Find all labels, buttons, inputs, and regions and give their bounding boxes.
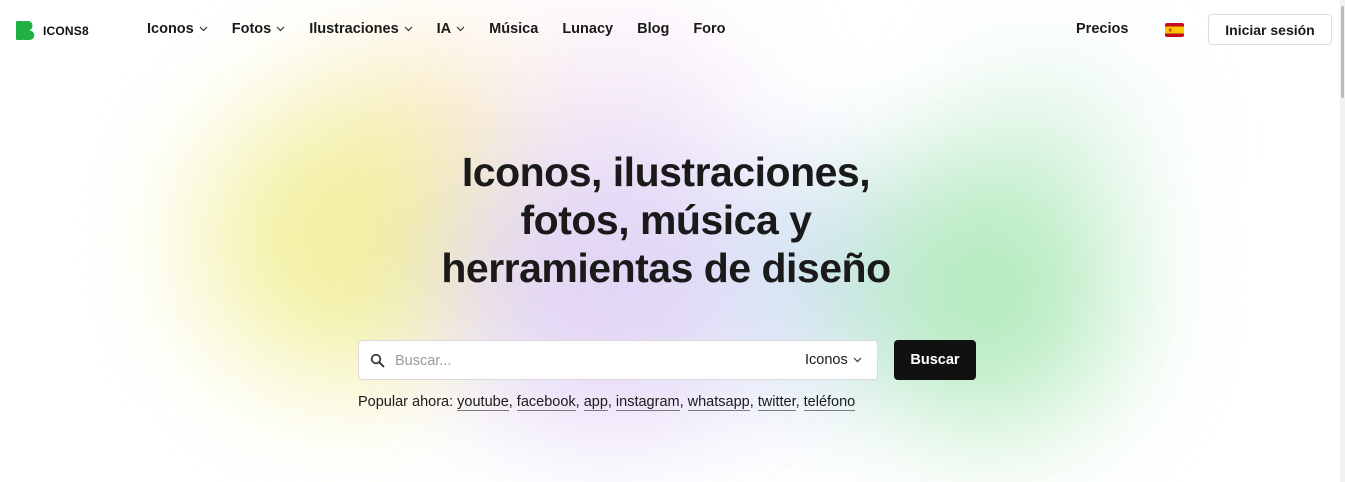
top-navigation-bar: ICONS8 Iconos Fotos Ilustraciones IA Mús… xyxy=(0,0,1340,60)
hero-title-line: Iconos, ilustraciones, xyxy=(461,149,871,195)
popular-term-link[interactable]: youtube xyxy=(457,394,509,411)
scrollbar-thumb[interactable] xyxy=(1341,6,1344,98)
separator: , xyxy=(508,394,513,410)
icons8-logo[interactable]: ICONS8 xyxy=(16,21,89,40)
nav-item-foro[interactable]: Foro xyxy=(693,21,725,37)
nav-item-blog[interactable]: Blog xyxy=(637,21,669,37)
separator: , xyxy=(607,394,612,410)
search-input[interactable] xyxy=(395,350,785,372)
logo-text: ICONS8 xyxy=(43,23,89,38)
nav-item-label: Ilustraciones xyxy=(309,21,399,37)
pricing-link[interactable]: Precios xyxy=(1076,21,1128,37)
search-type-label: Iconos xyxy=(805,352,848,368)
popular-term-link[interactable]: teléfono xyxy=(803,394,856,411)
hero-title: Iconos, ilustraciones, fotos, música y h… xyxy=(340,148,992,292)
popular-term-link[interactable]: facebook xyxy=(516,394,576,411)
nav-item-label: Foro xyxy=(693,21,726,37)
nav-item-musica[interactable]: Música xyxy=(489,21,538,37)
hero-title-line: fotos, música y xyxy=(520,197,812,243)
nav-item-iconos[interactable]: Iconos xyxy=(147,21,208,37)
hero-title-line: herramientas de diseño xyxy=(441,245,891,291)
nav-item-ilustraciones[interactable]: Ilustraciones xyxy=(309,21,413,37)
login-button[interactable]: Iniciar sesión xyxy=(1208,14,1332,45)
popular-term-link[interactable]: whatsapp xyxy=(687,394,750,411)
main-nav: Iconos Fotos Ilustraciones IA Música Lun… xyxy=(147,21,750,37)
separator: , xyxy=(795,394,800,410)
icons8-logo-icon xyxy=(16,21,35,40)
search-button[interactable]: Buscar xyxy=(894,340,976,380)
separator: , xyxy=(679,394,684,410)
popular-term-link[interactable]: instagram xyxy=(615,394,680,411)
nav-item-label: Blog xyxy=(637,21,670,37)
popular-label: Popular ahora: xyxy=(358,394,454,410)
separator: , xyxy=(575,394,580,410)
nav-item-label: Iconos xyxy=(147,21,194,37)
popular-searches: Popular ahora: youtube, facebook, app, inst… xyxy=(358,394,856,411)
popular-term-link[interactable]: app xyxy=(583,394,608,411)
nav-item-fotos[interactable]: Fotos xyxy=(232,21,285,37)
nav-item-label: Fotos xyxy=(231,21,272,37)
search-icon xyxy=(370,353,385,368)
nav-item-label: IA xyxy=(436,21,452,37)
nav-item-label: Música xyxy=(489,21,539,37)
search-type-dropdown[interactable]: Iconos xyxy=(805,352,862,368)
search-box: Iconos xyxy=(358,340,878,380)
nav-item-ia[interactable]: IA xyxy=(437,21,466,37)
spain-flag-icon[interactable] xyxy=(1165,23,1184,37)
chevron-down-icon xyxy=(853,357,862,363)
popular-term-link[interactable]: twitter xyxy=(757,394,796,411)
nav-item-label: Lunacy xyxy=(562,21,614,37)
page-scrollbar[interactable] xyxy=(1340,0,1345,482)
chevron-down-icon xyxy=(456,26,465,32)
chevron-down-icon xyxy=(199,26,208,32)
chevron-down-icon xyxy=(404,26,413,32)
chevron-down-icon xyxy=(276,26,285,32)
separator: , xyxy=(749,394,754,410)
nav-item-lunacy[interactable]: Lunacy xyxy=(562,21,613,37)
